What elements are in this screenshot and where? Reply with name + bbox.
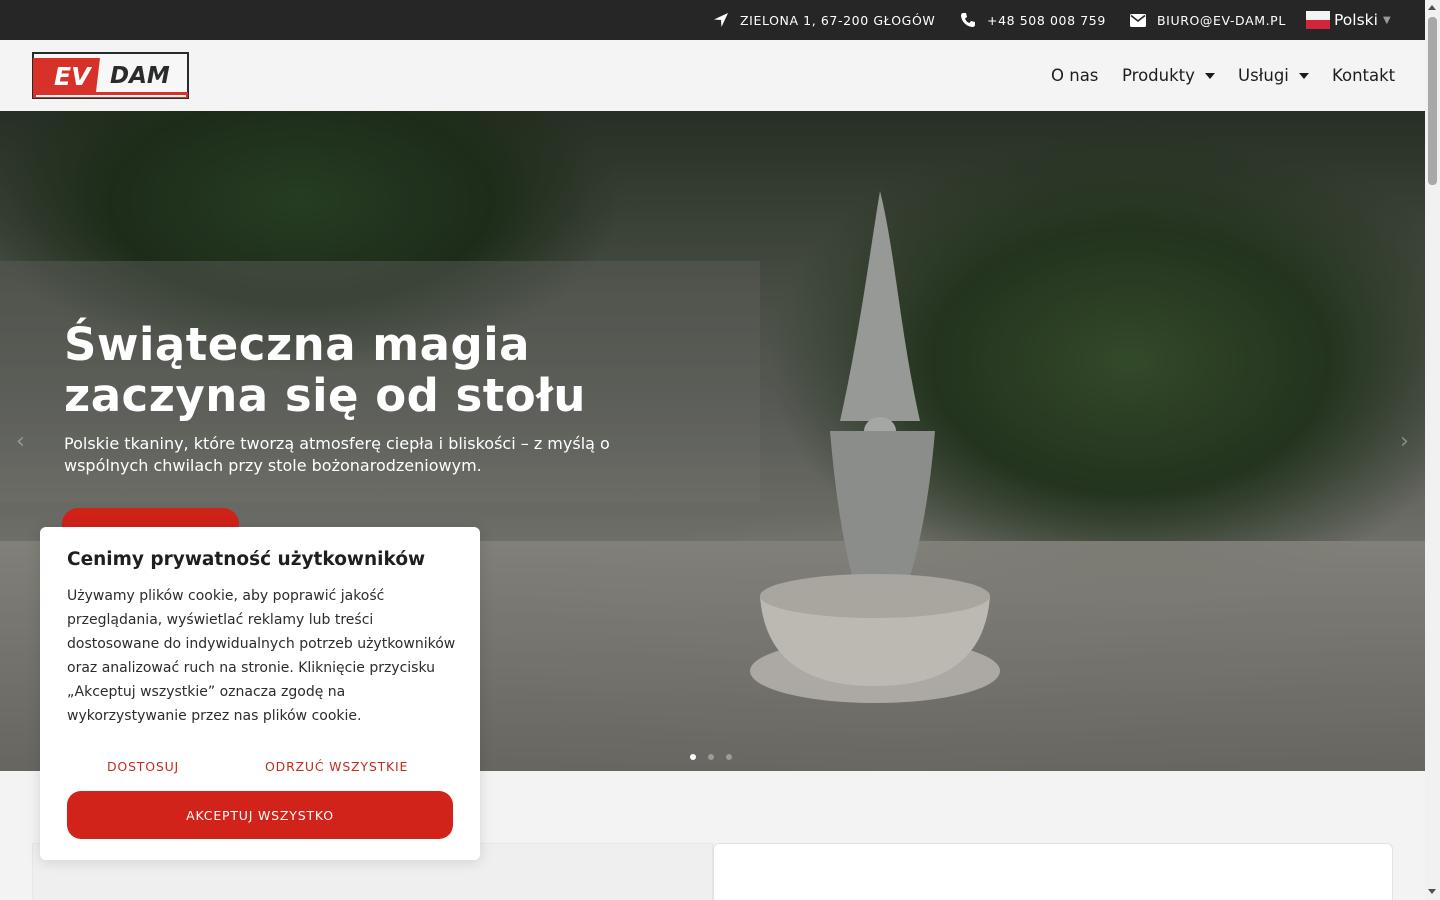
slider-dot[interactable] bbox=[708, 754, 714, 760]
customize-button[interactable]: DOSTOSUJ bbox=[107, 759, 179, 774]
nav-item-o-nas[interactable]: O nas bbox=[1051, 40, 1098, 111]
address-text: ZIELONA 1, 67-200 GŁOGÓW bbox=[740, 12, 936, 28]
page-scrollbar[interactable] bbox=[1425, 0, 1440, 900]
site-header: EV DAM O nas Produkty Usługi Kontakt bbox=[0, 40, 1425, 111]
location-arrow-icon bbox=[714, 13, 728, 27]
chevron-down-icon: ▼ bbox=[1382, 14, 1391, 26]
address-item: ZIELONA 1, 67-200 GŁOGÓW bbox=[713, 0, 935, 40]
nav-label[interactable]: O nas bbox=[1051, 66, 1098, 85]
reject-all-button[interactable]: ODRZUĆ WSZYSTKIE bbox=[265, 759, 408, 774]
cookie-title: Cenimy prywatność użytkowników bbox=[67, 549, 426, 570]
scroll-up-arrow-icon[interactable] bbox=[1428, 5, 1436, 10]
scrollbar-thumb[interactable] bbox=[1428, 17, 1437, 185]
phone-icon bbox=[961, 13, 975, 27]
language-label[interactable]: Polski bbox=[1334, 11, 1378, 29]
accept-all-button[interactable]: AKCEPTUJ WSZYSTKO bbox=[67, 791, 453, 839]
phone-text[interactable]: +48 508 008 759 bbox=[987, 13, 1106, 28]
caret-down-icon bbox=[1298, 72, 1309, 79]
envelope-icon bbox=[1130, 13, 1146, 27]
nav-label[interactable]: Usługi bbox=[1238, 66, 1289, 85]
hero-title: Świąteczna magia zaczyna się od stołu bbox=[64, 318, 586, 422]
language-switcher[interactable]: Polski ▼ bbox=[1306, 0, 1391, 40]
nav-item-kontakt[interactable]: Kontakt bbox=[1332, 40, 1395, 111]
nav-item-produkty[interactable]: Produkty bbox=[1122, 40, 1215, 111]
nav-label[interactable]: Kontakt bbox=[1332, 66, 1395, 85]
email-item[interactable]: BIURO@EV-DAM.PL bbox=[1130, 0, 1286, 40]
slider-next-arrow-icon[interactable]: › bbox=[1400, 429, 1409, 454]
top-info-bar: ZIELONA 1, 67-200 GŁOGÓW +48 508 008 759… bbox=[0, 0, 1425, 40]
scroll-down-arrow-icon[interactable] bbox=[1428, 889, 1436, 894]
caret-down-icon bbox=[1204, 72, 1215, 79]
logo-text-ev: EV bbox=[54, 62, 92, 91]
nav-label[interactable]: Produkty bbox=[1122, 66, 1195, 85]
cookie-consent-dialog: Cenimy prywatność użytkowników Używamy p… bbox=[40, 527, 480, 860]
slider-dots bbox=[690, 754, 744, 760]
slider-dot[interactable] bbox=[726, 754, 732, 760]
content-card-right bbox=[713, 843, 1393, 900]
hero-subtitle: Polskie tkaniny, które tworzą atmosferę … bbox=[64, 434, 610, 475]
slider-dot[interactable] bbox=[690, 754, 696, 760]
phone-item[interactable]: +48 508 008 759 bbox=[960, 0, 1106, 40]
ev-dam-logo[interactable]: EV DAM bbox=[32, 52, 189, 99]
nav-item-uslugi[interactable]: Usługi bbox=[1238, 40, 1309, 111]
poland-flag-icon bbox=[1306, 11, 1330, 29]
email-text[interactable]: BIURO@EV-DAM.PL bbox=[1157, 13, 1286, 28]
cookie-description: Używamy plików cookie, aby poprawić jako… bbox=[67, 588, 456, 724]
logo-text-dam: DAM bbox=[110, 63, 170, 89]
slider-prev-arrow-icon[interactable]: ‹ bbox=[16, 429, 25, 454]
